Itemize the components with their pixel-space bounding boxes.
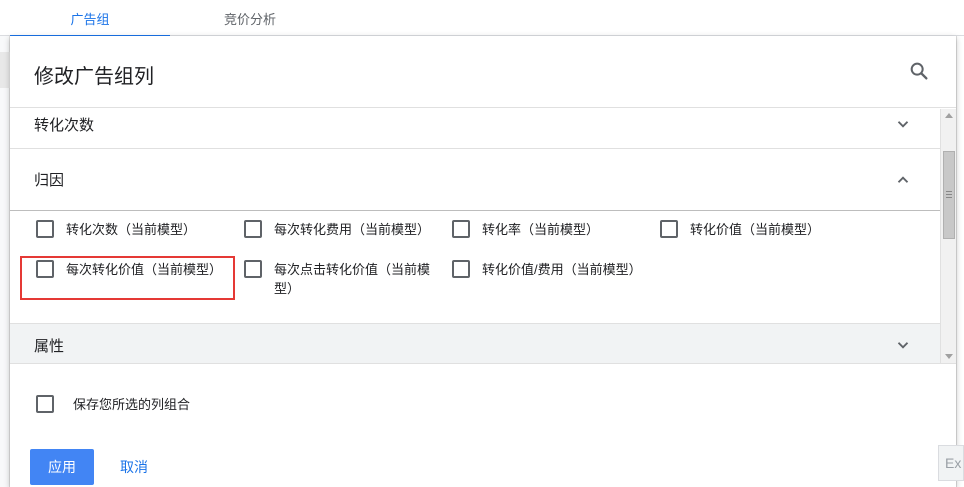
dialog-header: 修改广告组列: [10, 36, 956, 108]
top-tab-bar: 广告组 竞价分析: [0, 0, 964, 37]
section-attribution: 归因 转化次数（当前模型） 每次转化费用（当前模型） 转化率（当前模型） 转化价…: [10, 149, 940, 324]
option-value-per-click-conversion-current-model[interactable]: 每次点击转化价值（当前模型）: [244, 260, 449, 298]
option-conversion-value-current-model[interactable]: 转化价值（当前模型）: [660, 220, 870, 239]
checkbox[interactable]: [244, 220, 262, 238]
tab-ad-groups[interactable]: 广告组: [10, 0, 170, 37]
option-label: 每次转化费用（当前模型）: [274, 222, 431, 237]
option-label: 转化次数（当前模型）: [66, 222, 197, 237]
option-label: 每次点击转化价值（当前模型）: [274, 262, 431, 296]
tab-label: 广告组: [70, 11, 110, 27]
background-page-left: [0, 36, 10, 487]
section-properties-header[interactable]: 属性: [10, 324, 940, 363]
option-conversion-rate-current-model[interactable]: 转化率（当前模型）: [452, 220, 662, 239]
dialog-footer: 保存您所选的列组合 应用 取消: [10, 363, 956, 487]
background-overflow-button[interactable]: Ex: [938, 445, 964, 481]
scroll-up-arrow-icon[interactable]: [945, 113, 953, 118]
tab-label: 竞价分析: [223, 11, 276, 27]
chevron-down-icon[interactable]: [894, 115, 912, 133]
apply-button[interactable]: 应用: [30, 449, 94, 485]
section-label: 转化次数: [34, 116, 95, 134]
section-label: 属性: [34, 338, 65, 355]
option-value-per-conversion-current-model[interactable]: 每次转化价值（当前模型）: [36, 260, 246, 279]
section-label: 归因: [34, 172, 65, 189]
chevron-up-icon[interactable]: [894, 171, 912, 189]
search-icon[interactable]: [908, 60, 930, 82]
cancel-button[interactable]: 取消: [120, 449, 148, 485]
save-combination-label: 保存您所选的列组合: [73, 397, 191, 412]
option-label: 每次转化价值（当前模型）: [66, 262, 223, 277]
section-conversions: 转化次数: [10, 109, 940, 149]
modify-columns-dialog: 修改广告组列 转化次数 归因 转化次数（当前模型） 每次转化费用（当前模型） 转…: [10, 36, 956, 487]
checkbox[interactable]: [660, 220, 678, 238]
grip-icon: [946, 191, 952, 192]
dialog-title: 修改广告组列: [34, 66, 154, 88]
scrollbar-thumb[interactable]: [943, 151, 955, 239]
section-attribution-header[interactable]: 归因: [10, 149, 940, 211]
checkbox[interactable]: [452, 260, 470, 278]
vertical-scrollbar[interactable]: [940, 109, 956, 363]
tab-auction-insights[interactable]: 竞价分析: [170, 0, 330, 36]
chevron-down-icon[interactable]: [894, 336, 912, 354]
option-conversions-current-model[interactable]: 转化次数（当前模型）: [36, 220, 246, 239]
save-column-combination-option[interactable]: 保存您所选的列组合: [36, 394, 190, 413]
checkbox[interactable]: [452, 220, 470, 238]
background-page-right: [956, 36, 964, 487]
checkbox[interactable]: [36, 260, 54, 278]
option-label: 转化率（当前模型）: [482, 222, 600, 237]
section-conversions-header[interactable]: 转化次数: [10, 109, 940, 139]
checkbox[interactable]: [36, 394, 54, 413]
checkbox[interactable]: [36, 220, 54, 238]
column-sections-list[interactable]: 转化次数 归因 转化次数（当前模型） 每次转化费用（当前模型） 转化率（当前模型…: [10, 109, 940, 363]
section-properties: 属性: [10, 324, 940, 363]
checkbox[interactable]: [244, 260, 262, 278]
option-conversion-value-per-cost-current-model[interactable]: 转化价值/费用（当前模型）: [452, 260, 642, 279]
option-label: 转化价值（当前模型）: [690, 222, 821, 237]
option-label: 转化价值/费用（当前模型）: [482, 262, 642, 277]
scroll-down-arrow-icon[interactable]: [945, 354, 953, 359]
background-block: [0, 52, 10, 88]
option-cost-per-conversion-current-model[interactable]: 每次转化费用（当前模型）: [244, 220, 454, 239]
